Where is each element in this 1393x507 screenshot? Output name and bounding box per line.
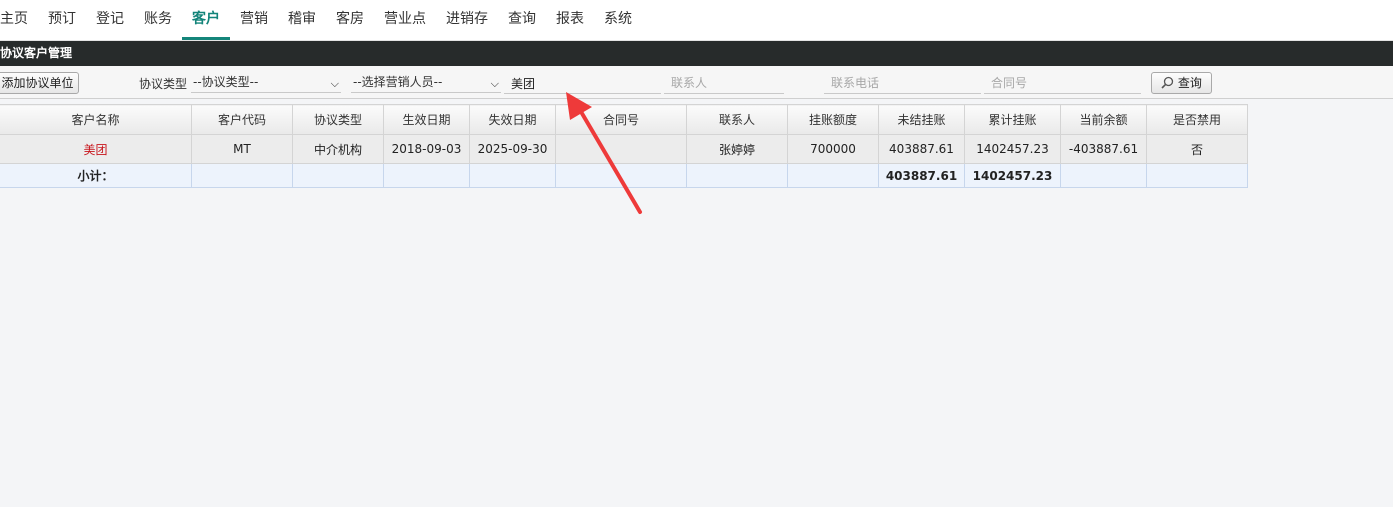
search-button-label: 查询 — [1177, 76, 1202, 90]
top-nav: 主页 预订 登记 账务 客户 营销 稽审 客房 营业点 进销存 查询 报表 系统 — [0, 0, 1393, 41]
subtotal-cumulative: 1402457.23 — [964, 163, 1061, 188]
col-header-contact-person[interactable]: 联系人 — [686, 104, 788, 135]
cell-contact-person: 张婷婷 — [686, 134, 788, 164]
magnifier-icon — [1161, 76, 1174, 89]
cell-unsettled: 403887.61 — [878, 134, 965, 164]
filter-bar: 添加协议单位 协议类型 --协议类型-- ⌵ --选择营销人员-- ⌵ 查询 — [0, 66, 1393, 99]
contract-number-input[interactable] — [984, 73, 1141, 94]
nav-item-reservation[interactable]: 预订 — [38, 0, 86, 40]
cell-disabled: 否 — [1146, 134, 1248, 164]
col-header-effective-date[interactable]: 生效日期 — [383, 104, 470, 135]
cell-credit-limit: 700000 — [787, 134, 879, 164]
agreement-type-label: 协议类型 — [139, 77, 188, 91]
col-header-expiry-date[interactable]: 失效日期 — [469, 104, 556, 135]
cell-contract-number — [555, 134, 687, 164]
contact-phone-input[interactable] — [824, 73, 981, 94]
sales-person-select-value: --选择营销人员-- — [353, 75, 443, 89]
nav-item-accounts[interactable]: 账务 — [134, 0, 182, 40]
sales-person-select[interactable]: --选择营销人员-- ⌵ — [351, 73, 501, 93]
col-header-credit-limit[interactable]: 挂账额度 — [787, 104, 879, 135]
col-header-customer-code[interactable]: 客户代码 — [191, 104, 293, 135]
nav-item-outlets[interactable]: 营业点 — [374, 0, 436, 40]
nav-item-inventory[interactable]: 进销存 — [436, 0, 498, 40]
nav-item-reports[interactable]: 报表 — [546, 0, 594, 40]
nav-item-checkin[interactable]: 登记 — [86, 0, 134, 40]
cell-cumulative: 1402457.23 — [964, 134, 1061, 164]
cell-agreement-type: 中介机构 — [292, 134, 384, 164]
customer-table: 客户名称 客户代码 协议类型 生效日期 失效日期 合同号 联系人 挂账额度 未结… — [0, 104, 1248, 188]
contact-person-input[interactable] — [664, 73, 784, 94]
nav-item-customers[interactable]: 客户 — [182, 0, 230, 40]
nav-item-query[interactable]: 查询 — [498, 0, 546, 40]
col-header-disabled[interactable]: 是否禁用 — [1146, 104, 1248, 135]
nav-item-home[interactable]: 主页 — [0, 0, 38, 40]
subtotal-row: 小计： 403887.61 1402457.23 — [0, 163, 1248, 188]
chevron-down-icon: ⌵ — [330, 77, 339, 90]
col-header-contract-number[interactable]: 合同号 — [555, 104, 687, 135]
cell-balance: -403887.61 — [1060, 134, 1147, 164]
table-row[interactable]: 美团 MT 中介机构 2018-09-03 2025-09-30 张婷婷 700… — [0, 134, 1248, 164]
nav-item-audit[interactable]: 稽审 — [278, 0, 326, 40]
cell-effective-date: 2018-09-03 — [383, 134, 470, 164]
table-header-row: 客户名称 客户代码 协议类型 生效日期 失效日期 合同号 联系人 挂账额度 未结… — [0, 104, 1248, 135]
subtotal-unsettled: 403887.61 — [878, 163, 965, 188]
col-header-balance[interactable]: 当前余额 — [1060, 104, 1147, 135]
nav-item-system[interactable]: 系统 — [594, 0, 642, 40]
subtotal-label: 小计： — [0, 163, 192, 188]
search-button[interactable]: 查询 — [1151, 72, 1212, 94]
col-header-agreement-type[interactable]: 协议类型 — [292, 104, 384, 135]
cell-customer-code: MT — [191, 134, 293, 164]
nav-item-marketing[interactable]: 营销 — [230, 0, 278, 40]
nav-item-rooms[interactable]: 客房 — [326, 0, 374, 40]
chevron-down-icon: ⌵ — [490, 77, 499, 90]
agreement-type-select-value: --协议类型-- — [193, 75, 259, 89]
col-header-customer-name[interactable]: 客户名称 — [0, 104, 192, 135]
customer-name-input[interactable] — [504, 73, 661, 94]
page-title: 协议客户管理 — [0, 41, 1393, 66]
col-header-cumulative[interactable]: 累计挂账 — [964, 104, 1061, 135]
cell-customer-name[interactable]: 美团 — [0, 134, 192, 164]
cell-expiry-date: 2025-09-30 — [469, 134, 556, 164]
add-agreement-unit-button[interactable]: 添加协议单位 — [0, 72, 79, 94]
agreement-type-select[interactable]: --协议类型-- ⌵ — [191, 73, 341, 93]
col-header-unsettled[interactable]: 未结挂账 — [878, 104, 965, 135]
